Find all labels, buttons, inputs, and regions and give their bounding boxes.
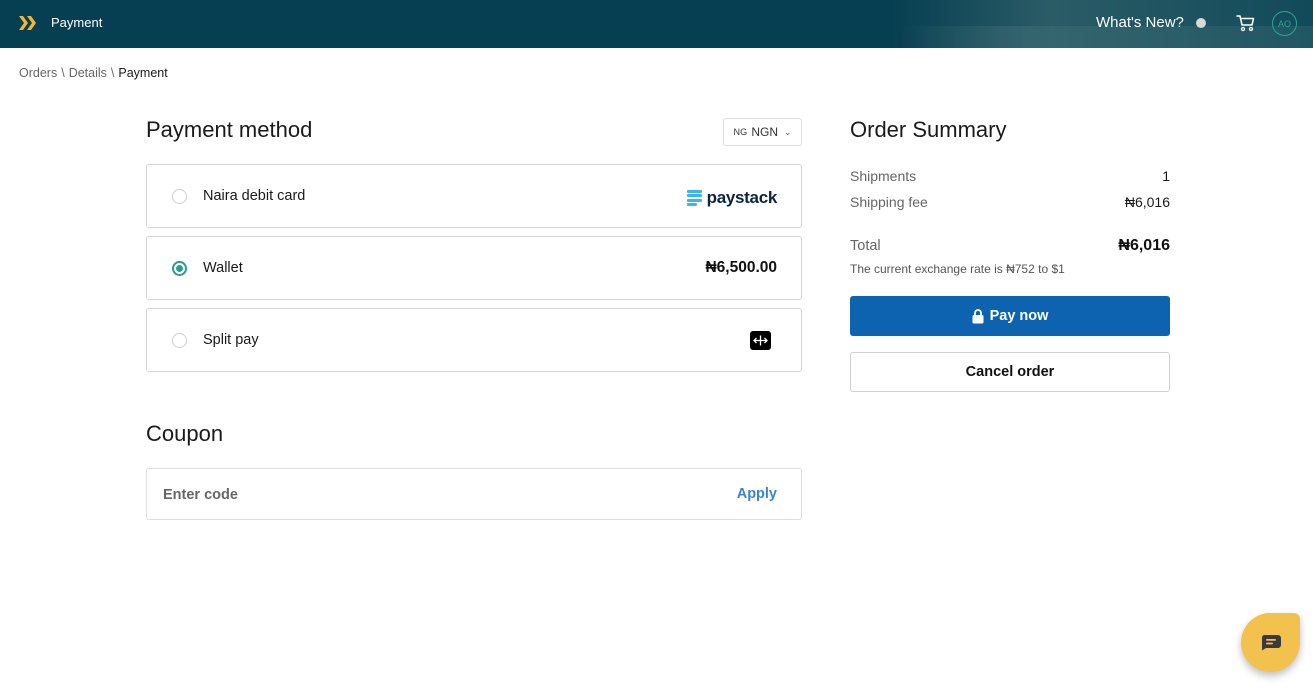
payment-option-wallet[interactable]: Wallet ₦6,500.00 <box>146 236 802 300</box>
paystack-logo: paystack <box>686 188 778 208</box>
cart-icon[interactable] <box>1236 14 1255 32</box>
cancel-order-button[interactable]: Cancel order <box>850 352 1170 392</box>
avatar-initials: AO <box>1277 18 1291 29</box>
breadcrumb-details[interactable]: Details <box>69 66 107 80</box>
breadcrumb-separator: \ <box>110 66 115 80</box>
lock-icon <box>972 308 984 323</box>
coupon-code-input[interactable] <box>163 483 683 507</box>
payment-option-naira-card[interactable]: Naira debit card paystack <box>146 164 802 228</box>
app-title: Payment <box>51 15 103 30</box>
option-label: Naira debit card <box>203 188 306 204</box>
total-label: Total <box>850 238 881 254</box>
apply-coupon-button[interactable]: Apply <box>737 486 777 502</box>
radio-naira-card[interactable] <box>172 189 187 204</box>
option-label: Wallet <box>203 260 243 276</box>
chevron-down-icon: ⌄ <box>784 126 792 137</box>
payment-method-title: Payment method <box>146 117 313 142</box>
top-nav-bar: Payment What's New? AO <box>0 0 1313 48</box>
summary-row-total: Total ₦6,016 <box>850 237 1170 254</box>
flag-ng-icon: NG <box>733 127 748 137</box>
paystack-icon <box>686 190 702 206</box>
wallet-balance: ₦6,500.00 <box>705 259 777 276</box>
chat-bubble-icon <box>1261 635 1281 651</box>
user-avatar[interactable]: AO <box>1272 11 1297 36</box>
breadcrumb-payment: Payment <box>118 66 168 80</box>
whats-new-link[interactable]: What's New? <box>1096 14 1184 31</box>
summary-row-shipping-fee: Shipping fee ₦6,016 <box>850 194 1170 210</box>
summary-row-shipments: Shipments 1 <box>850 168 1170 184</box>
breadcrumb: Orders \ Details \ Payment <box>19 66 168 80</box>
pay-now-label: Pay now <box>989 308 1049 324</box>
paystack-wordmark: paystack <box>706 188 778 207</box>
option-label: Split pay <box>203 332 259 348</box>
order-summary-title: Order Summary <box>850 117 1007 142</box>
summary-value: 1 <box>1162 168 1170 184</box>
notification-dot-icon <box>1196 18 1206 28</box>
currency-code: NGN <box>751 125 779 139</box>
cancel-order-label: Cancel order <box>965 364 1055 380</box>
summary-label: Shipping fee <box>850 194 928 210</box>
coupon-title: Coupon <box>146 421 224 446</box>
split-arrows-icon <box>750 331 771 350</box>
breadcrumb-separator: \ <box>61 66 65 80</box>
radio-split-pay[interactable] <box>172 333 187 348</box>
logo-icon[interactable] <box>18 14 38 32</box>
breadcrumb-orders[interactable]: Orders <box>19 66 57 80</box>
pay-now-button[interactable]: Pay now <box>850 296 1170 336</box>
total-value: ₦6,016 <box>1118 237 1170 254</box>
summary-label: Shipments <box>850 168 917 184</box>
coupon-field: Apply <box>146 468 802 520</box>
summary-value: ₦6,016 <box>1124 194 1170 210</box>
payment-option-split-pay[interactable]: Split pay <box>146 308 802 372</box>
currency-select[interactable]: NG NGN ⌄ <box>723 118 802 146</box>
chat-launcher-button[interactable] <box>1241 613 1300 672</box>
radio-wallet[interactable] <box>172 261 187 276</box>
exchange-rate-note: The current exchange rate is ₦752 to $1 <box>850 262 1065 276</box>
